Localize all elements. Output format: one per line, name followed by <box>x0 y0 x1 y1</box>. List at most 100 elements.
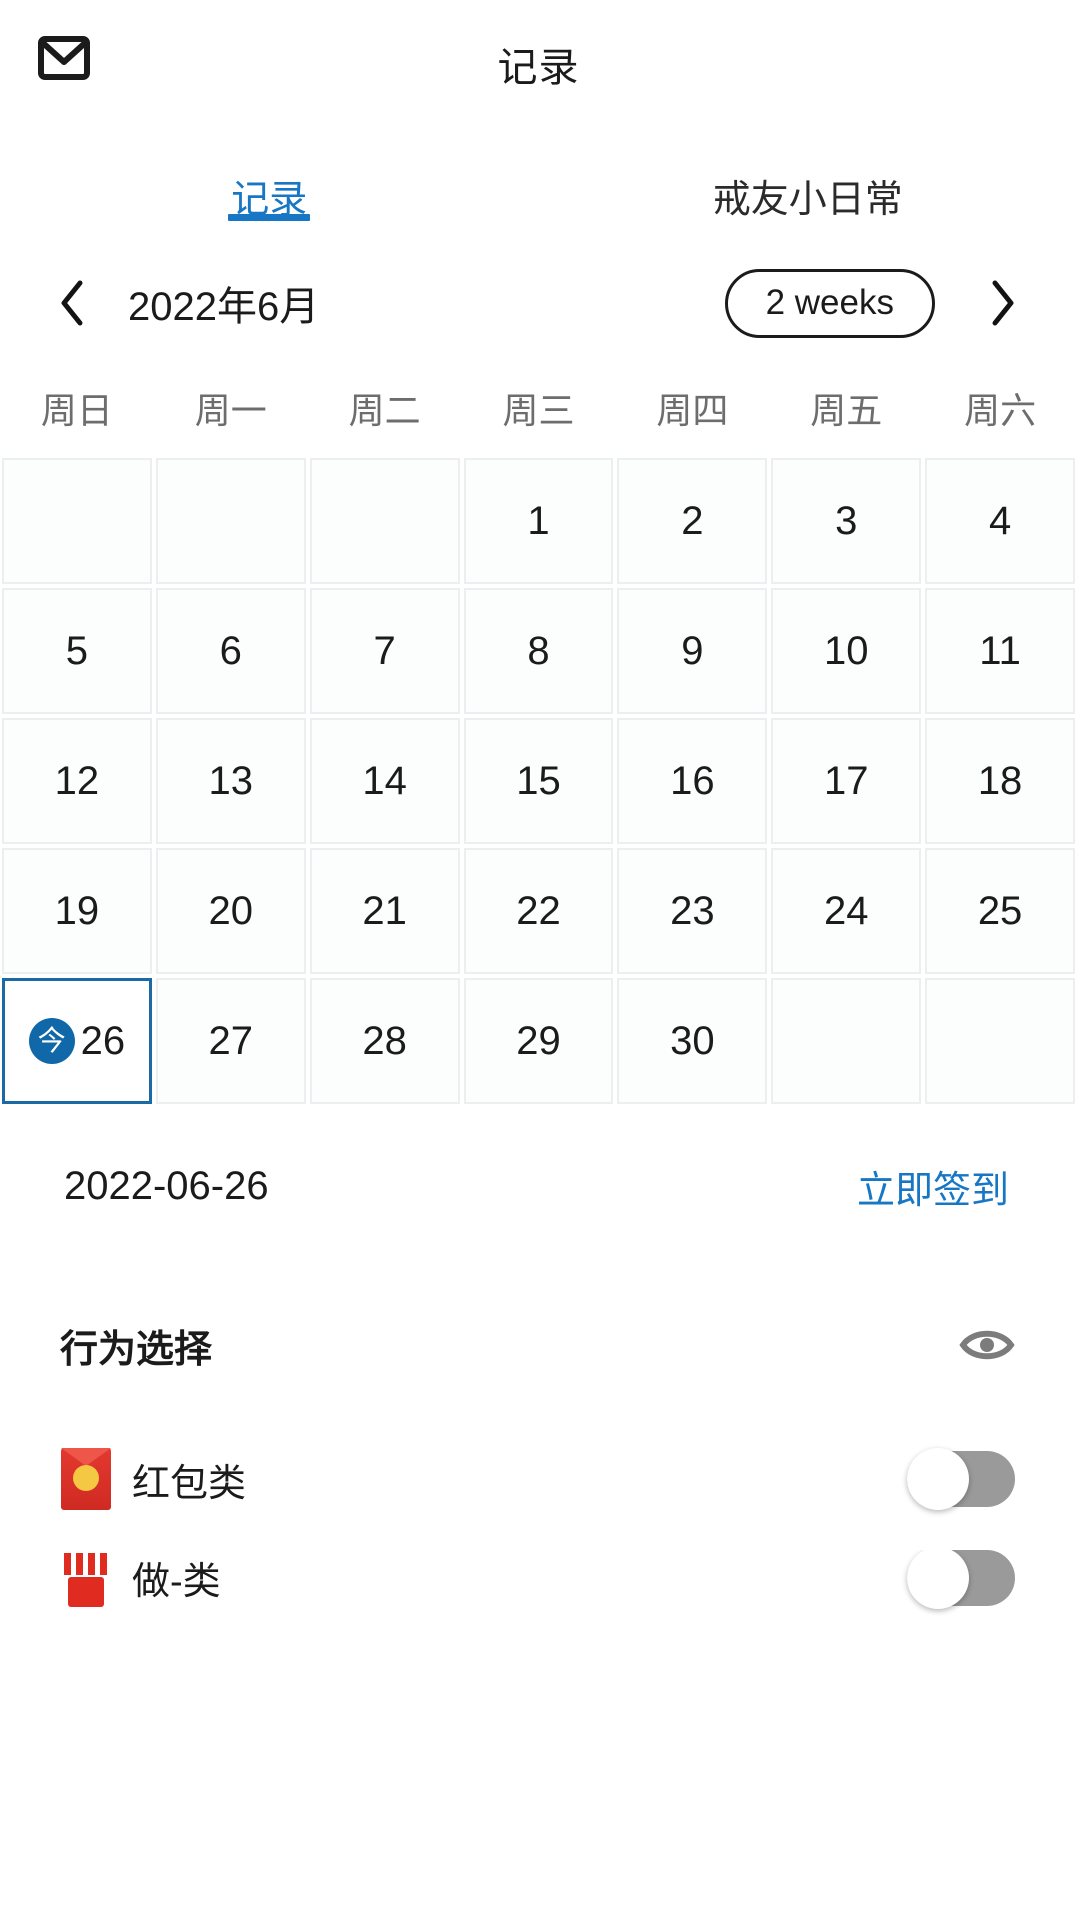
behaviour-toggle[interactable] <box>907 1448 1015 1510</box>
calendar-cell[interactable]: 14 <box>309 718 460 844</box>
calendar-day-number: 6 <box>219 629 242 673</box>
behaviour-list: 红包类 做-类 <box>0 1372 1077 1620</box>
calendar-day-number: 2 <box>681 499 704 543</box>
calendar-day-number: 22 <box>516 889 561 933</box>
behaviour-row[interactable]: 红包类 <box>0 1408 1077 1550</box>
calendar-day-number: 10 <box>823 629 869 673</box>
eye-icon[interactable] <box>959 1325 1015 1365</box>
month-label: 2022年6月 <box>128 285 320 329</box>
calendar-day-number: 30 <box>670 1019 715 1063</box>
calendar-cell[interactable]: 17 <box>771 718 922 844</box>
calendar-cell-empty <box>925 978 1075 1104</box>
calendar-cell[interactable]: 22 <box>463 848 614 974</box>
behaviour-label: 红包类 <box>132 1462 247 1505</box>
chevron-left-icon[interactable] <box>46 272 98 334</box>
range-toggle-button[interactable]: 2 weeks <box>724 268 935 338</box>
calendar-cell-today[interactable]: 今 26 <box>2 978 152 1104</box>
calendar-cell[interactable]: 9 <box>617 588 768 714</box>
calendar-day-number: 7 <box>373 629 396 673</box>
calendar-cell[interactable]: 28 <box>309 978 460 1104</box>
behaviour-section-header: 行为选择 <box>0 1222 1077 1372</box>
calendar-day-number: 23 <box>670 889 715 933</box>
weekday-label: 周五 <box>810 390 883 431</box>
calendar-day-number: 15 <box>516 759 561 803</box>
calendar-cell[interactable]: 18 <box>925 718 1075 844</box>
weekday-label: 周三 <box>502 390 575 431</box>
firecracker-icon <box>58 1550 114 1607</box>
behaviour-section-title: 行为选择 <box>60 1328 213 1371</box>
calendar-day-number: 5 <box>65 629 89 673</box>
calendar-cell[interactable]: 8 <box>463 588 614 714</box>
calendar-cell[interactable]: 21 <box>309 848 460 974</box>
calendar-day-number: 27 <box>208 1019 254 1063</box>
page-title: 记录 <box>497 46 580 90</box>
selected-date-text: 2022-06-26 <box>64 1163 269 1208</box>
calendar-day-number: 14 <box>362 759 407 803</box>
calendar-cell[interactable]: 12 <box>2 718 152 844</box>
month-navigation: 2022年6月 2 weeks <box>0 248 1077 358</box>
calendar-cell[interactable]: 4 <box>925 458 1075 584</box>
calendar-day-number: 11 <box>979 629 1021 673</box>
calendar-cell[interactable]: 20 <box>155 848 306 974</box>
calendar-cell[interactable]: 25 <box>925 848 1075 974</box>
calendar-day-number: 29 <box>516 1019 561 1063</box>
calendar-cell[interactable]: 7 <box>309 588 460 714</box>
calendar-cell[interactable]: 16 <box>617 718 768 844</box>
calendar-cell[interactable]: 13 <box>155 718 306 844</box>
calendar-day-number: 13 <box>208 759 254 803</box>
calendar-cell[interactable]: 2 <box>617 458 768 584</box>
calendar-day-number: 12 <box>54 759 100 803</box>
chevron-right-icon[interactable] <box>977 272 1029 334</box>
calendar-day-number: 24 <box>823 889 869 933</box>
calendar-cell[interactable]: 29 <box>463 978 614 1104</box>
calendar-day-number: 18 <box>977 759 1023 803</box>
behaviour-toggle[interactable] <box>907 1550 1015 1609</box>
calendar-cell[interactable]: 5 <box>2 588 152 714</box>
calendar-cell[interactable]: 23 <box>617 848 768 974</box>
app-header: 记录 <box>0 0 1077 128</box>
calendar-cell-empty <box>771 978 922 1104</box>
calendar-day-number: 8 <box>527 629 550 673</box>
tab-daily-label: 戒友小日常 <box>712 179 903 221</box>
calendar-cell-empty <box>2 458 152 584</box>
weekday-label: 周六 <box>964 390 1037 431</box>
calendar-day-number: 17 <box>823 759 869 803</box>
calendar-cell[interactable]: 10 <box>771 588 922 714</box>
checkin-button[interactable]: 立即签到 <box>857 1159 1009 1214</box>
calendar-day-number: 21 <box>362 889 407 933</box>
calendar-cell[interactable]: 3 <box>771 458 922 584</box>
weekday-label: 周四 <box>656 390 729 431</box>
calendar-cell[interactable]: 15 <box>463 718 614 844</box>
tab-bar: 记录 戒友小日常 <box>0 128 1077 248</box>
calendar-cell[interactable]: 6 <box>155 588 306 714</box>
today-badge-icon: 今 <box>28 1018 75 1064</box>
calendar-cell[interactable]: 11 <box>925 588 1075 714</box>
calendar-cell[interactable]: 27 <box>155 978 306 1104</box>
calendar-day-number: 25 <box>977 889 1023 933</box>
tab-record[interactable]: 记录 <box>0 140 539 223</box>
weekday-header: 周日 周一 周二 周三 周四 周五 周六 <box>0 358 1077 458</box>
calendar-cell[interactable]: 19 <box>2 848 152 974</box>
mail-icon[interactable] <box>38 36 90 80</box>
calendar-day-number: 20 <box>208 889 254 933</box>
weekday-label: 周一 <box>194 390 267 431</box>
calendar-cell[interactable]: 1 <box>463 458 614 584</box>
calendar-cell[interactable]: 30 <box>617 978 768 1104</box>
calendar-cell[interactable]: 24 <box>771 848 922 974</box>
calendar-day-number: 3 <box>835 499 858 543</box>
toggle-knob <box>907 1448 969 1510</box>
weekday-label: 周日 <box>40 390 113 431</box>
tab-active-indicator <box>228 214 311 221</box>
screen-record: 记录 记录 戒友小日常 2022年6月 2 weeks 周日 周一 周二 周三 … <box>0 0 1077 1917</box>
calendar-grid: 1 2 3 4 5 6 7 8 9 10 11 12 13 14 15 16 17 18 19 20 21 22 23 24 2… <box>0 458 1077 1104</box>
calendar-day-number: 26 <box>80 1019 126 1063</box>
toggle-knob <box>907 1550 969 1609</box>
red-envelope-icon <box>58 1448 114 1510</box>
weekday-label: 周二 <box>348 390 421 431</box>
calendar-day-number: 9 <box>681 629 704 673</box>
calendar-day-number: 16 <box>670 759 715 803</box>
calendar-day-number: 1 <box>527 499 550 543</box>
calendar-day-number: 28 <box>362 1019 407 1063</box>
behaviour-row[interactable]: 做-类 <box>0 1550 1077 1620</box>
tab-daily[interactable]: 戒友小日常 <box>539 140 1077 223</box>
